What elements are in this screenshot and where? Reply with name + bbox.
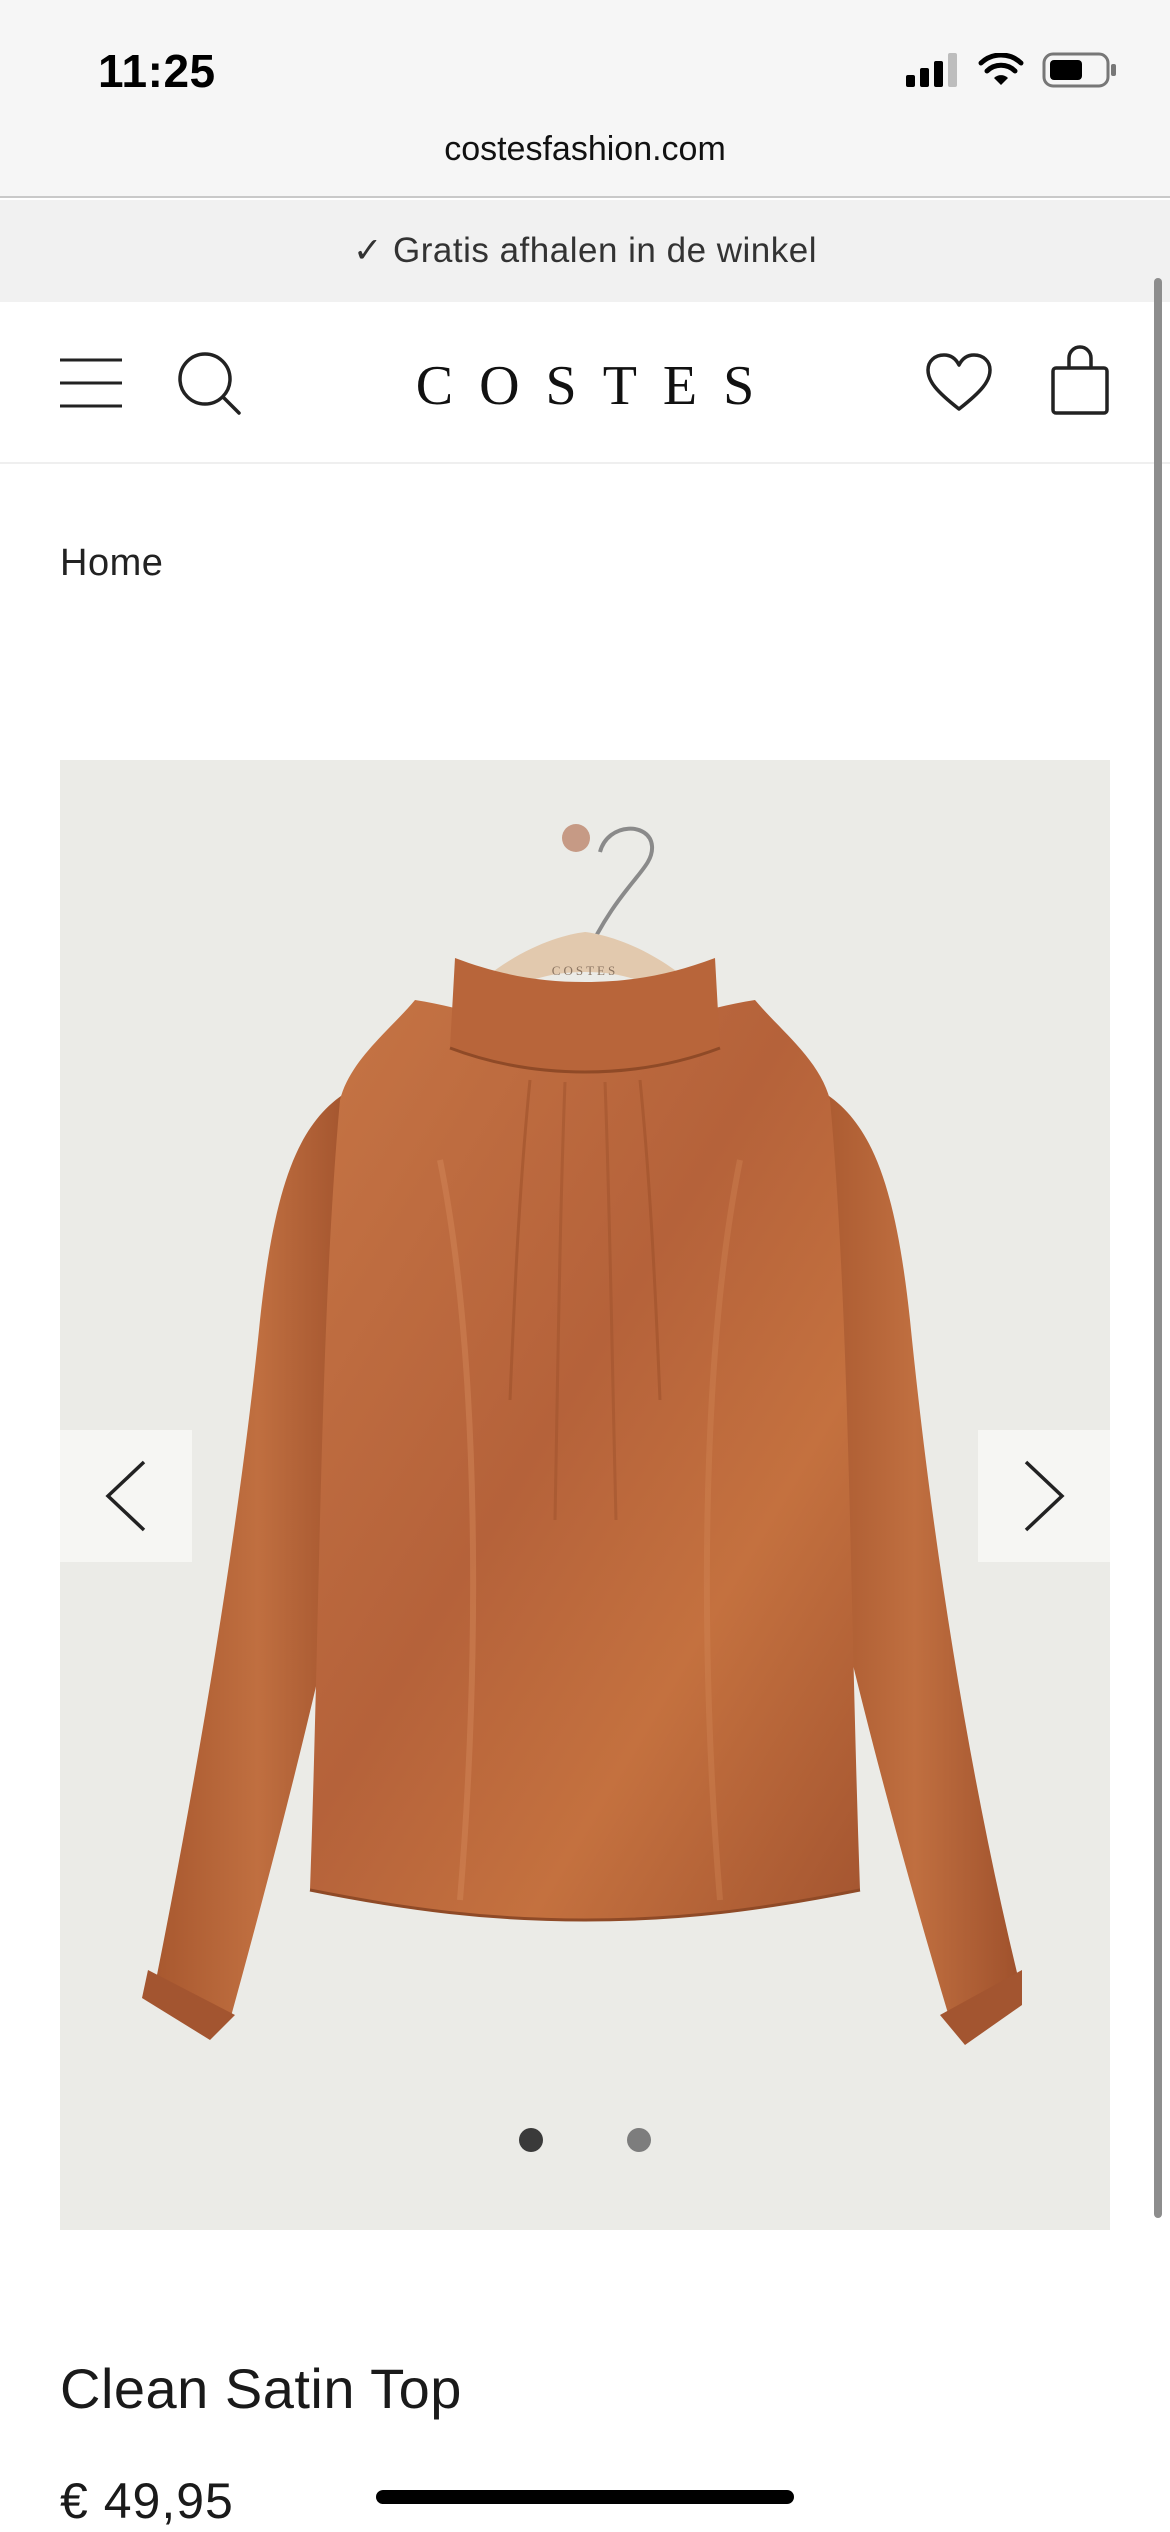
shopping-bag-icon <box>1051 345 1109 415</box>
svg-text:COSTES: COSTES <box>552 963 618 978</box>
product-price: € 49,95 <box>60 2473 234 2529</box>
product-image: COSTES <box>142 824 1022 2045</box>
cart-button[interactable] <box>1050 344 1110 416</box>
url-bar[interactable]: costesfashion.com <box>0 130 1170 169</box>
cellular-signal-icon <box>906 53 957 87</box>
home-indicator[interactable] <box>376 2490 794 2504</box>
status-time: 11:25 <box>98 45 216 97</box>
heart-icon <box>926 353 992 411</box>
gallery-dot-1[interactable] <box>519 2128 543 2152</box>
battery-icon <box>1042 52 1116 88</box>
status-icons <box>906 52 1118 88</box>
breadcrumb-home[interactable]: Home <box>60 542 163 585</box>
gallery-prev-button[interactable] <box>60 1430 192 1562</box>
gallery-dot-2[interactable] <box>627 2128 651 2152</box>
chevron-left-icon <box>105 1460 146 1532</box>
wifi-icon <box>978 53 1024 85</box>
gallery-next-button[interactable] <box>978 1430 1110 1562</box>
gallery-pagination <box>60 2128 1110 2152</box>
wishlist-button[interactable] <box>926 350 992 416</box>
chevron-right-icon <box>1024 1460 1065 1532</box>
browser-top-bar: 11:25 costesfashion.com <box>0 0 1170 198</box>
site-logo[interactable]: COSTES <box>0 354 1170 418</box>
page-scrollbar[interactable] <box>1154 278 1162 2218</box>
product-title: Clean Satin Top <box>60 2357 462 2420</box>
site-header: COSTES <box>0 302 1170 464</box>
promo-banner: ✓ Gratis afhalen in de winkel <box>0 200 1170 302</box>
product-gallery[interactable]: COSTES <box>60 760 1110 2230</box>
